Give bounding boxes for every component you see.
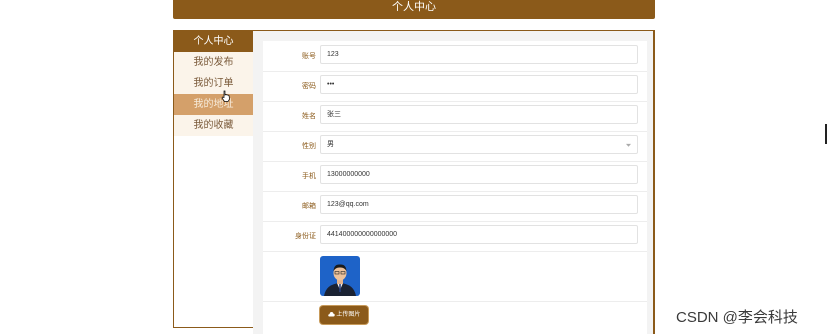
main-panel: 账号 123 密码 ••• 姓名 张三 性别 男 手机 13000000000 xyxy=(253,30,655,335)
form-row-upload: 上传图片 xyxy=(263,301,647,335)
id-card-label: 身份证 xyxy=(295,233,316,240)
email-label: 邮箱 xyxy=(302,203,316,210)
sidebar-item-address[interactable]: 我的地址 xyxy=(174,94,253,115)
hand-cursor-icon xyxy=(221,90,230,102)
upload-button-label: 上传图片 xyxy=(336,312,361,318)
password-label: 密码 xyxy=(302,83,316,90)
form-row-phone: 手机 13000000000 xyxy=(263,161,647,192)
form-row-gender: 性别 男 xyxy=(263,131,647,162)
form-row-name: 姓名 张三 xyxy=(263,101,647,132)
form-row-photo xyxy=(263,251,647,302)
page-title: 个人中心 xyxy=(392,1,436,13)
gender-selected-value: 男 xyxy=(327,141,334,148)
cloud-upload-icon xyxy=(327,312,335,317)
upload-image-button[interactable]: 上传图片 xyxy=(320,306,368,324)
chevron-down-icon xyxy=(626,143,631,147)
avatar xyxy=(320,256,360,296)
account-label: 账号 xyxy=(302,53,316,60)
password-field[interactable]: ••• xyxy=(320,75,638,94)
name-label: 姓名 xyxy=(302,113,316,120)
avatar-portrait-icon xyxy=(320,256,360,296)
watermark: CSDN @李会科技 xyxy=(676,309,798,326)
sidebar: 个人中心 我的发布 我的订单 我的地址 我的收藏 xyxy=(173,30,254,328)
page-header: 个人中心 xyxy=(173,0,655,19)
form-row-password: 密码 ••• xyxy=(263,71,647,102)
phone-label: 手机 xyxy=(302,173,316,180)
form-row-email: 邮箱 123@qq.com xyxy=(263,191,647,222)
form-row-id-card: 身份证 441400000000000000 xyxy=(263,221,647,252)
sidebar-item-orders[interactable]: 我的订单 xyxy=(174,73,253,94)
gender-select[interactable]: 男 xyxy=(320,135,638,154)
gender-label: 性别 xyxy=(302,143,316,150)
form-row-account: 账号 123 xyxy=(263,41,647,72)
phone-field[interactable]: 13000000000 xyxy=(320,165,638,184)
id-card-field[interactable]: 441400000000000000 xyxy=(320,225,638,244)
profile-form: 账号 123 密码 ••• 姓名 张三 性别 男 手机 13000000000 xyxy=(263,41,647,335)
email-field[interactable]: 123@qq.com xyxy=(320,195,638,214)
sidebar-item-favorites[interactable]: 我的收藏 xyxy=(174,115,253,136)
sidebar-item-posts[interactable]: 我的发布 xyxy=(174,52,253,73)
account-field[interactable]: 123 xyxy=(320,45,638,64)
scrollbar-edge xyxy=(825,124,827,144)
name-field[interactable]: 张三 xyxy=(320,105,638,124)
sidebar-title: 个人中心 xyxy=(174,31,253,52)
